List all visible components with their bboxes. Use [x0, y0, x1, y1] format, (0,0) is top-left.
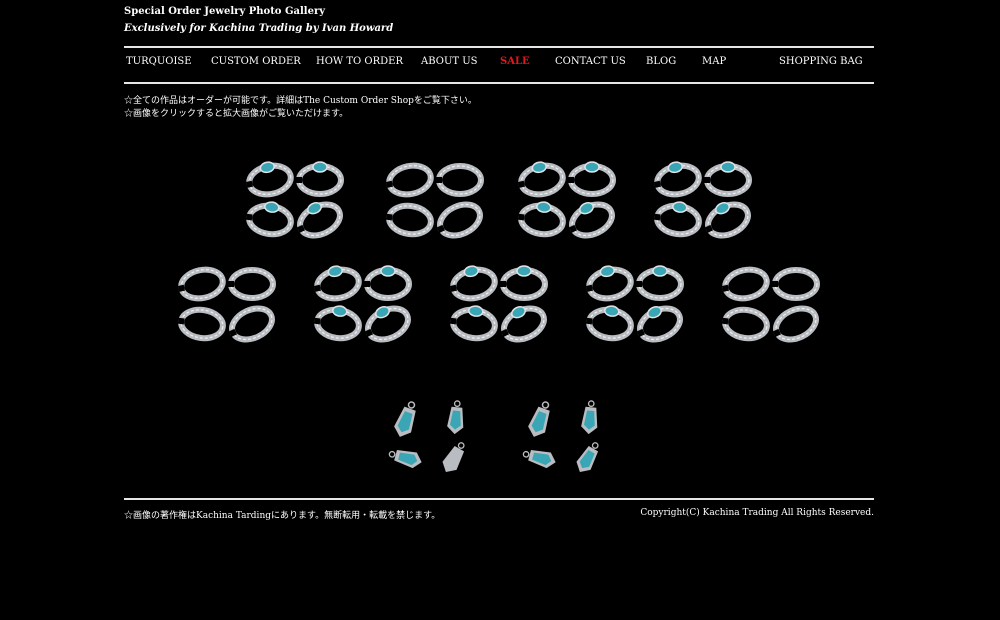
- bracelet-photo-image: [245, 161, 344, 239]
- gallery-thumbnail-bracelet[interactable]: [384, 160, 486, 242]
- gallery-thumbnail-bracelet[interactable]: [176, 264, 278, 346]
- nav-shopping-bag[interactable]: SHOPPING BAG: [779, 56, 863, 67]
- pendant-photo-image: [522, 400, 599, 473]
- nav-map[interactable]: MAP: [702, 56, 726, 67]
- nav-blog[interactable]: BLOG: [646, 56, 676, 67]
- nav-top-divider: [124, 46, 874, 48]
- main-nav: TURQUOISE CUSTOM ORDER HOW TO ORDER ABOU…: [124, 56, 874, 72]
- bracelet-photo-image: [177, 266, 276, 343]
- site-title: Special Order Jewelry Photo Gallery: [124, 6, 326, 17]
- gallery-thumbnail-bracelet[interactable]: [720, 264, 822, 346]
- gallery-thumbnail-pendant[interactable]: [514, 398, 616, 480]
- nav-custom-order[interactable]: CUSTOM ORDER: [211, 56, 301, 67]
- bracelet-photo-image: [721, 266, 820, 343]
- nav-turquoise[interactable]: TURQUOISE: [126, 56, 192, 67]
- gallery-thumbnail-bracelet[interactable]: [312, 264, 414, 346]
- notice-custom-order: ☆全ての作品はオーダーが可能です。詳細はThe Custom Order Sho…: [124, 96, 477, 106]
- nav-contact-us[interactable]: CONTACT US: [555, 56, 626, 67]
- gallery-thumbnail-bracelet[interactable]: [448, 264, 550, 346]
- bracelet-photo-image: [517, 161, 616, 239]
- gallery-thumbnail-bracelet[interactable]: [652, 160, 754, 242]
- bracelet-photo-image: [449, 265, 548, 343]
- bracelet-photo-image: [585, 265, 684, 343]
- nav-about-us[interactable]: ABOUT US: [421, 56, 478, 67]
- footer-divider: [124, 498, 874, 500]
- nav-how-to-order[interactable]: HOW TO ORDER: [316, 56, 403, 67]
- footer-copyright-notice: ☆画像の著作権はKachina Tardingにあります。無断転用・転載を禁じま…: [124, 511, 441, 521]
- bracelet-photo-image: [653, 161, 752, 239]
- bracelet-photo-image: [385, 162, 484, 239]
- gallery-thumbnail-bracelet[interactable]: [244, 160, 346, 242]
- pendant-photo-image: [388, 400, 465, 473]
- nav-bottom-divider: [124, 82, 874, 84]
- nav-sale[interactable]: SALE: [500, 56, 530, 67]
- site-subtitle: Exclusively for Kachina Trading by Ivan …: [124, 23, 394, 34]
- gallery-thumbnail-pendant[interactable]: [380, 398, 482, 480]
- notice-click-to-enlarge: ☆画像をクリックすると拡大画像がご覧いただけます。: [124, 109, 349, 119]
- bracelet-photo-image: [313, 265, 412, 343]
- gallery-thumbnail-bracelet[interactable]: [584, 264, 686, 346]
- footer-copyright: Copyright(C) Kachina Trading All Rights …: [640, 508, 874, 518]
- gallery-thumbnail-bracelet[interactable]: [516, 160, 618, 242]
